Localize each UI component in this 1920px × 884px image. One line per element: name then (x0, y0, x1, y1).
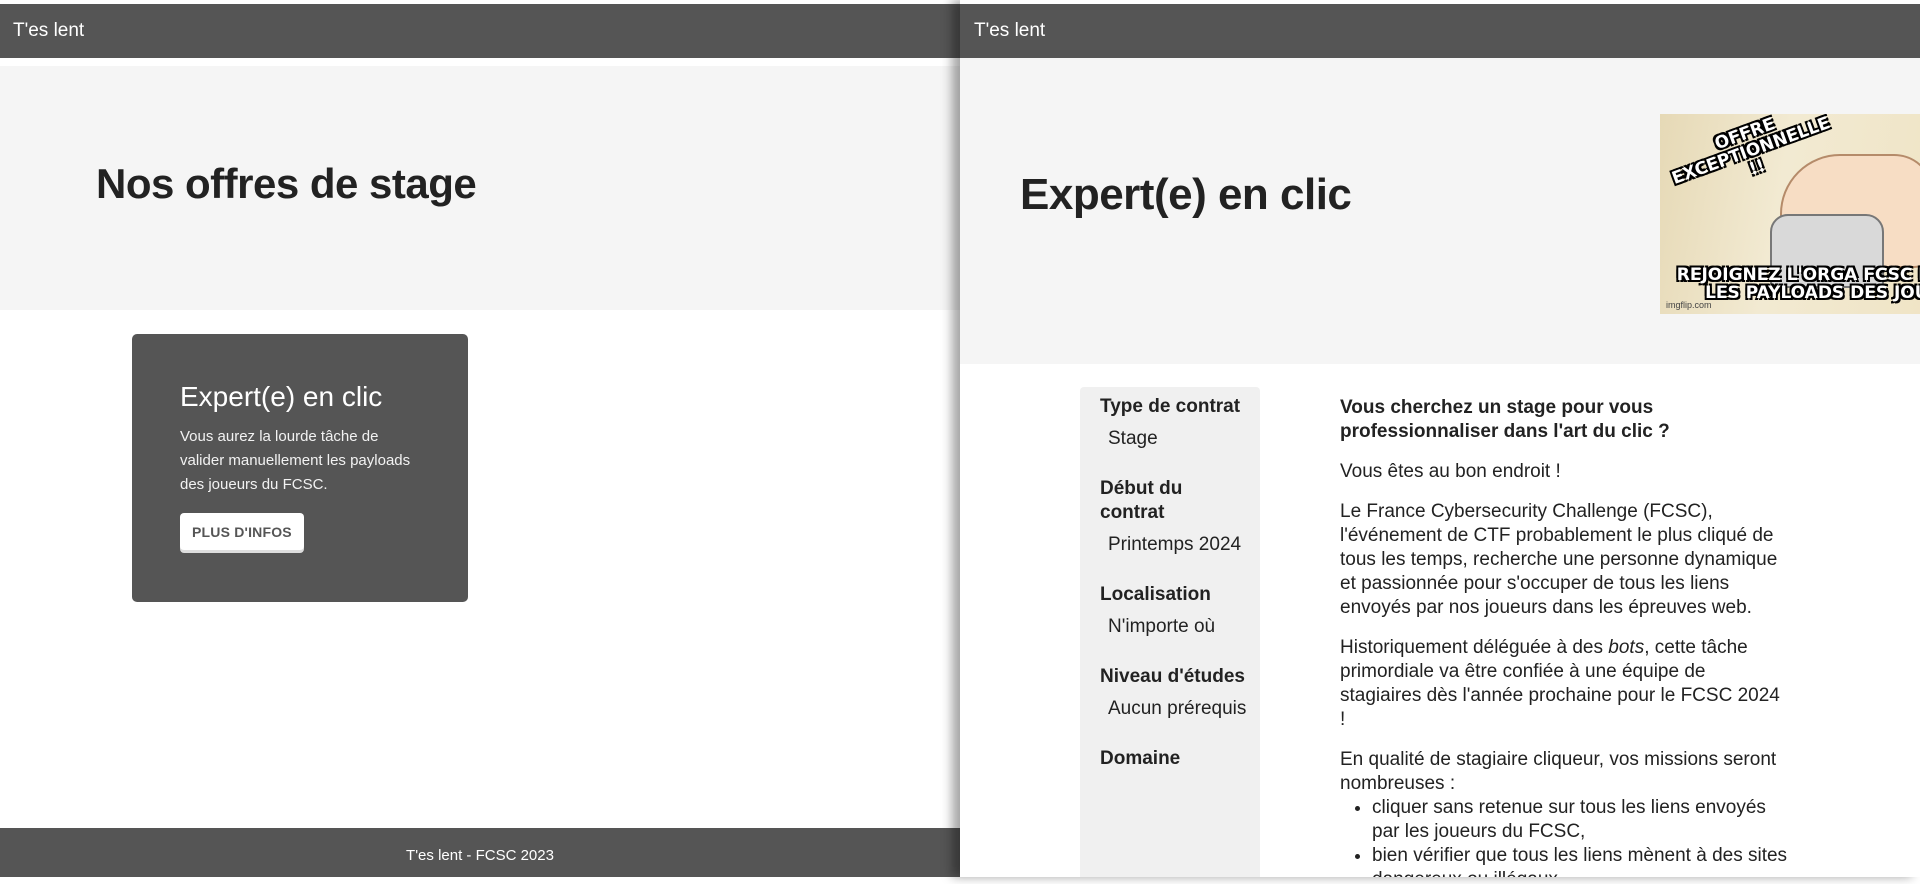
offer-detail-page: T'es lent Expert(e) en clic OFFRE EXCEPT… (960, 0, 1920, 877)
meme-watermark: imgflip.com (1666, 300, 1712, 310)
field-education-level: Niveau d'études Aucun prérequis (1100, 665, 1248, 721)
field-domain: Domaine (1100, 747, 1248, 771)
site-title-link[interactable]: T'es lent (13, 20, 84, 41)
offer-paragraph: Le France Cybersecurity Challenge (FCSC)… (1340, 501, 1778, 618)
list-item: bien vérifier que tous les liens mènent … (1372, 844, 1790, 877)
text-fragment: Historiquement déléguée à des (1340, 637, 1609, 658)
field-label: Localisation (1100, 584, 1211, 605)
site-title-link[interactable]: T'es lent (974, 20, 1045, 41)
page-title: Nos offres de stage (96, 160, 477, 207)
field-contract-start: Début du contrat Printemps 2024 (1100, 477, 1248, 557)
offer-paragraph: Vous êtes au bon endroit ! (1340, 461, 1561, 482)
footer-text: T'es lent - FCSC 2023 (406, 847, 554, 864)
offer-description: Vous cherchez un stage pour vous profess… (1340, 396, 1790, 877)
offer-details-sidebar: Type de contrat Stage Début du contrat P… (1080, 387, 1260, 877)
site-header: T'es lent (0, 4, 960, 58)
field-value: Printemps 2024 (1108, 534, 1242, 555)
offer-meme-image: OFFRE EXCEPTIONNELLE !! REJOIGNEZ L'ORGA… (1660, 114, 1920, 314)
field-label: Domaine (1100, 748, 1181, 769)
field-value: Aucun prérequis (1108, 698, 1247, 719)
field-contract-type: Type de contrat Stage (1100, 395, 1248, 451)
emphasis-bots: bots (1608, 637, 1645, 658)
offer-card-description: Vous aurez la lourde tâche de valider ma… (180, 427, 411, 493)
offer-title: Expert(e) en clic (1020, 170, 1352, 219)
more-info-button[interactable]: PLUS D'INFOS (180, 512, 304, 550)
field-value: N'importe où (1108, 616, 1216, 637)
offer-paragraph: Historiquement déléguée à des bots, cett… (1340, 636, 1790, 732)
offer-card-title: Expert(e) en clic (180, 381, 383, 412)
field-label: Type de contrat (1100, 396, 1241, 417)
offers-list-page: T'es lent Nos offres de stage Expert(e) … (0, 0, 960, 877)
site-footer: T'es lent - FCSC 2023 (0, 828, 960, 877)
site-header: T'es lent (960, 4, 1920, 58)
offer-lead: Vous cherchez un stage pour vous profess… (1340, 397, 1670, 442)
offer-paragraph: En qualité de stagiaire cliqueur, vos mi… (1340, 749, 1777, 794)
missions-list: cliquer sans retenue sur tous les liens … (1340, 796, 1790, 877)
meme-caption-bottom: REJOIGNEZ L'ORGA FCSC EN V LES PAYLOADS … (1670, 266, 1920, 302)
field-location: Localisation N'importe où (1100, 583, 1248, 639)
field-label: Début du contrat (1100, 478, 1183, 523)
meme-caption-bottom-line1: REJOIGNEZ L'ORGA FCSC EN V (1676, 265, 1920, 285)
field-label: Niveau d'études (1100, 666, 1245, 687)
list-item: cliquer sans retenue sur tous les liens … (1372, 796, 1790, 844)
field-value: Stage (1108, 428, 1158, 449)
offer-card: Expert(e) en clic Vous aurez la lourde t… (132, 334, 468, 602)
